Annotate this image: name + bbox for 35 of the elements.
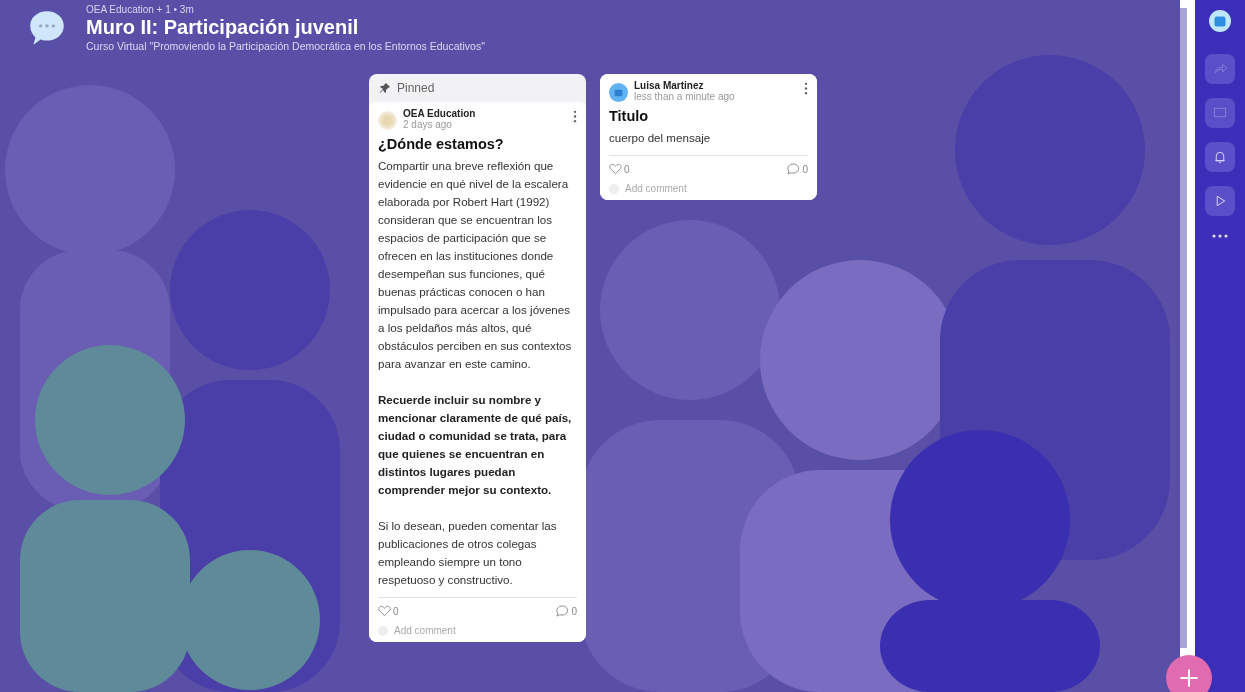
post-text: Compartir una breve reflexión que evidencie en qué nivel de la escalera elaborada por Robert Hart (1992) consideran que se encuentran los espacios de participación que se ofrecen en las instituciones donde desempeñan sus funciones, qué buenas prácticas conocen o han impulsado para acercar a los jóvenes a los peldaños más altos, qué obstáculos perciben en sus contextos para avanzar en este camino. [378,158,573,372]
wall-meta: OEA Education + 1 • 3m [86,4,195,15]
post-time: 2 days ago [403,119,453,130]
add-post-button[interactable] [1166,655,1212,692]
add-comment-button[interactable]: Add comment [378,625,577,636]
heart-icon [609,163,622,175]
wall-subtitle: Curso Virtual "Promoviendo la Participación Democrática en los Entornos Educativos" [86,40,485,52]
pinned-label: Pinned [397,81,435,95]
like-count[interactable]: 0 [609,163,630,175]
play-icon[interactable] [1205,186,1235,216]
post-text: cuerpo del mensaje [609,130,712,146]
post-time: less than a minute ago [634,91,736,102]
scrollbar[interactable] [1180,8,1187,648]
pin-icon [379,82,391,94]
more-icon[interactable] [1212,234,1228,238]
like-count[interactable]: 0 [378,605,399,617]
comment-icon [556,605,570,617]
post-text: Si lo desean, pueden comentar las publicaciones de otros colegas empleando siempre un tono respetuoso y constructivo. [378,518,558,588]
add-comment-button[interactable]: Add comment [609,183,808,194]
author-name: OEA Education [403,108,477,119]
comment-count[interactable]: 0 [556,605,577,617]
avatar-icon[interactable] [1209,10,1231,32]
more-options-icon[interactable] [804,82,808,95]
post-title: ¿Dónde estamos? [378,136,505,152]
avatar-icon [378,111,397,130]
comment-icon [787,163,801,175]
bell-icon[interactable] [1205,142,1235,172]
heart-icon [378,605,391,617]
post-title: Titulo [609,108,650,124]
more-options-icon[interactable] [573,110,577,123]
author-name: Luisa Martinez [634,80,705,91]
wall-title: Muro II: Participación juvenil [86,16,360,39]
avatar-icon [609,83,628,102]
comment-count[interactable]: 0 [787,163,808,175]
post-text: Recuerde incluir su nombre y mencionar claramente de qué país, ciudad o comunidad se trata, para que quienes se encuentran en distintos lugares puedan comprender mejor su contexto. [378,392,573,498]
